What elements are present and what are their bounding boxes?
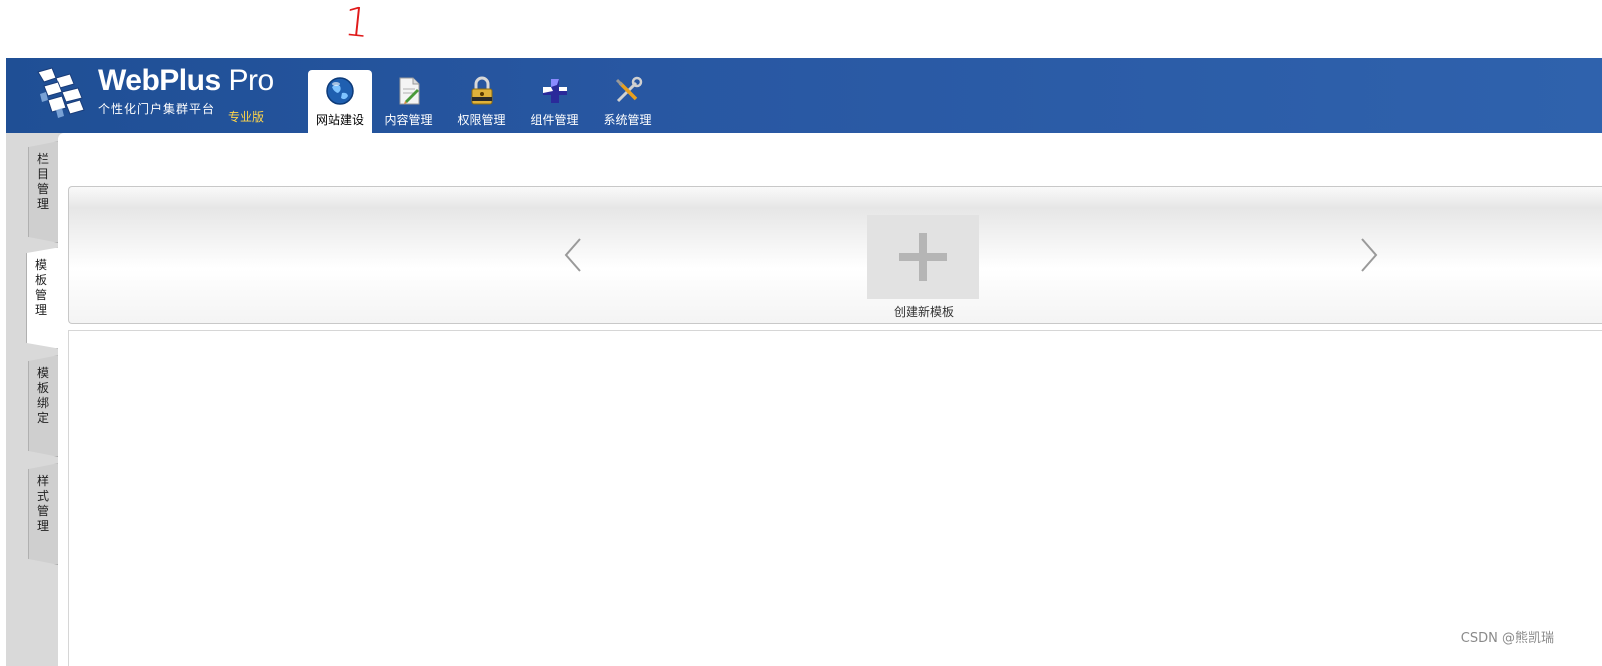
nav-item-content[interactable]: 内容管理 — [372, 70, 445, 133]
watermark: CSDN @熊凯瑞 — [1460, 631, 1554, 646]
nav-label: 网站建设 — [315, 113, 364, 127]
nav-item-website[interactable]: 网站建设 — [308, 70, 372, 133]
main-panel: 创建新模板 — [58, 133, 1602, 666]
sidebar-tab-columns[interactable]: 栏目管理 — [28, 141, 59, 243]
header: WebPlus Pro 个性化门户集群平台 专业版 网站建设 内容管理 权限管理… — [6, 58, 1602, 133]
document-icon — [399, 77, 419, 105]
brand-name: WebPlus — [98, 64, 221, 97]
top-nav: 网站建设 内容管理 权限管理 组件管理 系统管理 — [308, 70, 664, 133]
nav-label: 内容管理 — [384, 113, 433, 127]
edition-label: 专业版 — [228, 110, 265, 124]
brand-suffix: Pro — [220, 64, 274, 97]
sidebar-tab-label: 模板管理 — [35, 258, 48, 317]
create-template-button[interactable] — [867, 215, 979, 299]
nav-item-permissions[interactable]: 权限管理 — [445, 70, 518, 133]
sidebar-tab-label: 模板绑定 — [37, 366, 50, 425]
create-template-label[interactable]: 创建新模板 — [849, 303, 999, 320]
chevron-right-icon[interactable] — [1359, 237, 1379, 273]
nav-label: 权限管理 — [457, 113, 506, 127]
nav-item-components[interactable]: 组件管理 — [518, 70, 591, 133]
app-window: WebPlus Pro 个性化门户集群平台 专业版 网站建设 内容管理 权限管理… — [6, 58, 1602, 666]
brand-title: WebPlus Pro — [98, 64, 274, 98]
webplus-logo-icon — [37, 67, 85, 118]
nav-label: 系统管理 — [603, 113, 652, 127]
template-carousel: 创建新模板 — [68, 186, 1602, 324]
component-icon — [542, 79, 567, 103]
sidebar-tab-templates[interactable]: 模板管理 — [26, 247, 61, 349]
sidebar-tab-label: 样式管理 — [37, 474, 50, 533]
tools-icon — [615, 76, 642, 103]
sidebar-tab-styles[interactable]: 样式管理 — [28, 463, 59, 565]
chevron-left-icon[interactable] — [563, 237, 583, 273]
template-content-area — [68, 331, 1602, 666]
plus-icon — [899, 233, 947, 281]
sidebar: 栏目管理 模板管理 模板绑定 样式管理 — [6, 133, 61, 666]
nav-label: 组件管理 — [530, 113, 579, 127]
sidebar-tab-label: 栏目管理 — [37, 152, 50, 211]
nav-item-system[interactable]: 系统管理 — [591, 70, 664, 133]
lock-icon — [471, 76, 492, 105]
annotation-1: 1 — [341, 0, 372, 48]
globe-icon — [326, 77, 354, 105]
sidebar-tab-template-binding[interactable]: 模板绑定 — [28, 355, 59, 457]
